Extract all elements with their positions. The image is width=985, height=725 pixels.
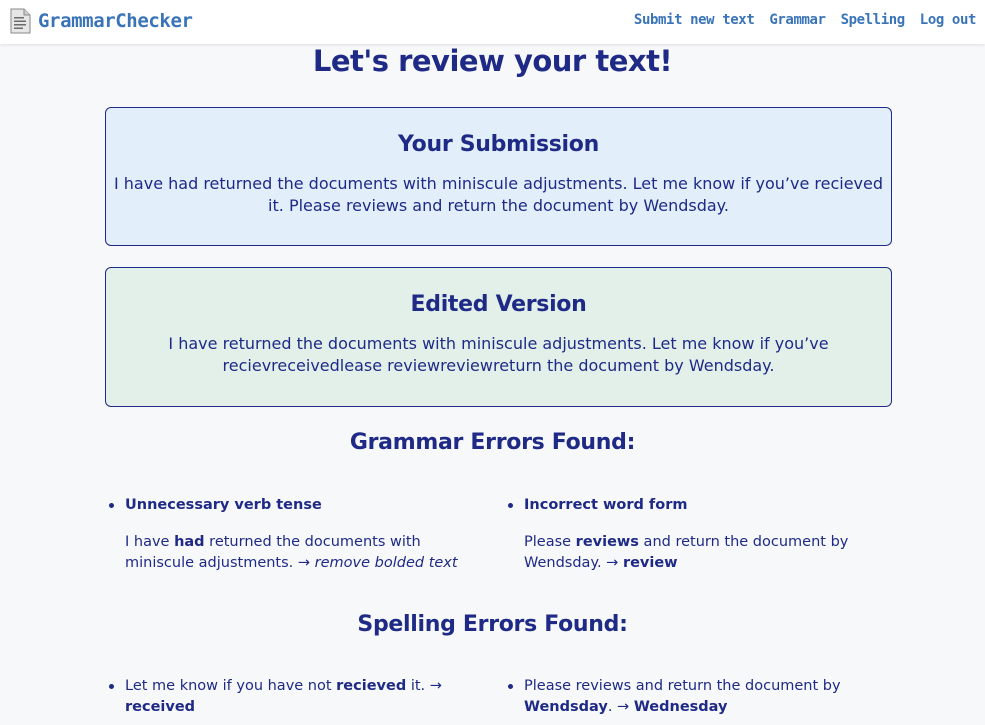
spelling-error-item: Let me know if you have not recieved it.… [106,676,451,718]
nav-spelling[interactable]: Spelling [841,12,906,28]
nav-links: Submit new text Grammar Spelling Log out [634,12,976,28]
grammar-error-list-left: Unnecessary verb tense I have had return… [106,495,481,574]
spelling-error-list-left: Let me know if you have not recieved it.… [106,676,451,718]
grammar-errors-heading: Grammar Errors Found: [349,430,636,455]
grammar-error-item: Incorrect word form Please reviews and r… [505,495,880,574]
grammar-error-item: Unnecessary verb tense I have had return… [106,495,481,574]
edited-title: Edited Version [410,292,587,317]
submission-title: Your Submission [398,132,599,157]
error-highlight: recieved [336,678,407,694]
error-fix: Wednesday [633,699,728,715]
logo-text: GrammarChecker [38,10,193,32]
spelling-error-list-right: Please reviews and return the document b… [505,676,855,718]
error-fix: received [125,699,196,715]
error-highlight: Wendsday [524,699,608,715]
grammar-error-list-right: Incorrect word form Please reviews and r… [505,495,880,574]
spelling-errors-heading: Spelling Errors Found: [357,612,628,637]
top-navbar: GrammarChecker Submit new text Grammar S… [0,0,985,44]
grammar-error-text: I have had returned the documents with m… [125,534,458,571]
nav-grammar[interactable]: Grammar [769,12,826,28]
document-icon [10,8,31,34]
submission-card: Your Submission I have had returned the … [105,107,892,246]
error-fix: remove bolded text [314,555,458,571]
submission-text: I have had returned the documents with m… [113,174,884,215]
error-highlight: reviews [575,534,639,550]
nav-log-out[interactable]: Log out [920,12,977,28]
logo[interactable]: GrammarChecker [8,8,193,34]
edited-text: I have returned the documents with minis… [168,334,829,375]
error-highlight: had [174,534,205,550]
grammar-error-title: Unnecessary verb tense [125,497,322,513]
grammar-error-title: Incorrect word form [524,497,688,513]
edited-card: Edited Version I have returned the docum… [105,267,892,407]
spelling-error-item: Please reviews and return the document b… [505,676,855,718]
error-fix: review [622,555,678,571]
page-title: Let's review your text! [312,44,673,78]
nav-submit-new-text[interactable]: Submit new text [634,12,755,28]
grammar-error-text: Please reviews and return the document b… [524,534,849,571]
